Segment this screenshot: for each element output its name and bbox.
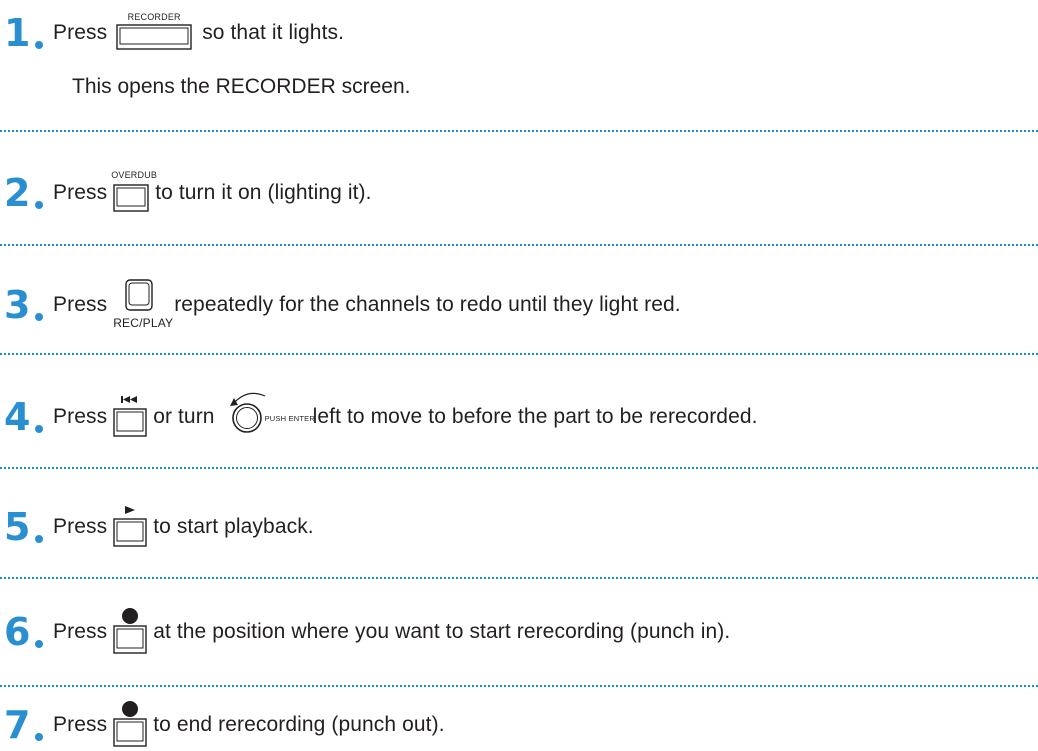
step-dot <box>35 640 43 648</box>
dial-caption: PUSH ENTER <box>264 414 315 423</box>
step-dot <box>35 41 43 49</box>
step-number: 2 <box>4 171 31 215</box>
rewind-icon <box>121 396 138 403</box>
step-number: 6 <box>4 610 31 654</box>
step-text-pre: Press <box>53 713 108 736</box>
recorder-button-caption: RECORDER <box>127 12 181 22</box>
step-number: 3 <box>4 283 31 327</box>
overdub-button-icon: OVERDUB <box>111 170 158 214</box>
record-icon <box>122 701 139 717</box>
step-number: 1 <box>4 11 31 55</box>
play-button-icon <box>111 504 149 550</box>
divider <box>0 467 1038 469</box>
step-text-pre: Press <box>53 21 108 44</box>
divider <box>0 353 1038 355</box>
step-5: 5 Press to start playback. <box>0 502 314 552</box>
record-button-icon <box>111 700 149 750</box>
step-text-post: to turn it on (lighting it). <box>155 181 372 204</box>
divider <box>0 244 1038 246</box>
step-number: 7 <box>4 703 31 747</box>
step-text-pre: Press <box>53 181 108 204</box>
rec-play-button-caption: REC/PLAY <box>113 316 174 330</box>
step-dot <box>35 535 43 543</box>
step-text-post: to end rerecording (punch out). <box>153 713 445 736</box>
step-dot <box>35 425 43 433</box>
step-number: 5 <box>4 505 31 549</box>
step-text-pre: Press <box>53 515 108 538</box>
step-text-mid: or turn <box>153 405 215 428</box>
step-1: 1 Press RECORDER so that it lights. <box>0 8 344 58</box>
step-dot <box>35 313 43 321</box>
play-icon <box>125 506 136 514</box>
overdub-button-caption: OVERDUB <box>111 170 158 180</box>
record-icon <box>122 608 139 624</box>
step-7: 7 Press to end rerecording (punch out). <box>0 700 445 750</box>
step-text-post: at the position where you want to start … <box>153 620 731 643</box>
step-1-subtext: This opens the RECORDER screen. <box>72 75 411 98</box>
rewind-button-icon <box>111 394 149 440</box>
step-6: 6 Press at the position where you want t… <box>0 607 730 657</box>
step-text-pre: Press <box>53 620 108 643</box>
rec-play-button-icon: REC/PLAY <box>113 279 174 330</box>
step-text-pre: Press <box>53 293 108 316</box>
step-4: 4 Press or turn PUSH ENTER left to move … <box>0 392 758 442</box>
step-2: 2 Press OVERDUB to turn it on (lighting … <box>0 168 372 218</box>
step-dot <box>35 733 43 741</box>
dial-icon: PUSH ENTER <box>227 392 315 442</box>
record-button-icon <box>111 607 149 657</box>
step-text-post: repeatedly for the channels to redo unti… <box>174 293 681 316</box>
divider <box>0 577 1038 579</box>
recorder-button-icon: RECORDER <box>115 12 193 54</box>
divider <box>0 685 1038 687</box>
step-text-pre: Press <box>53 405 108 428</box>
step-text-post: left to move to before the part to be re… <box>312 405 758 428</box>
step-text-post: so that it lights. <box>202 21 345 44</box>
step-text-post: to start playback. <box>153 515 314 538</box>
step-dot <box>35 201 43 209</box>
step-3: 3 Press REC/PLAY repeatedly for the chan… <box>0 279 681 330</box>
step-number: 4 <box>4 395 31 439</box>
divider <box>0 130 1038 132</box>
